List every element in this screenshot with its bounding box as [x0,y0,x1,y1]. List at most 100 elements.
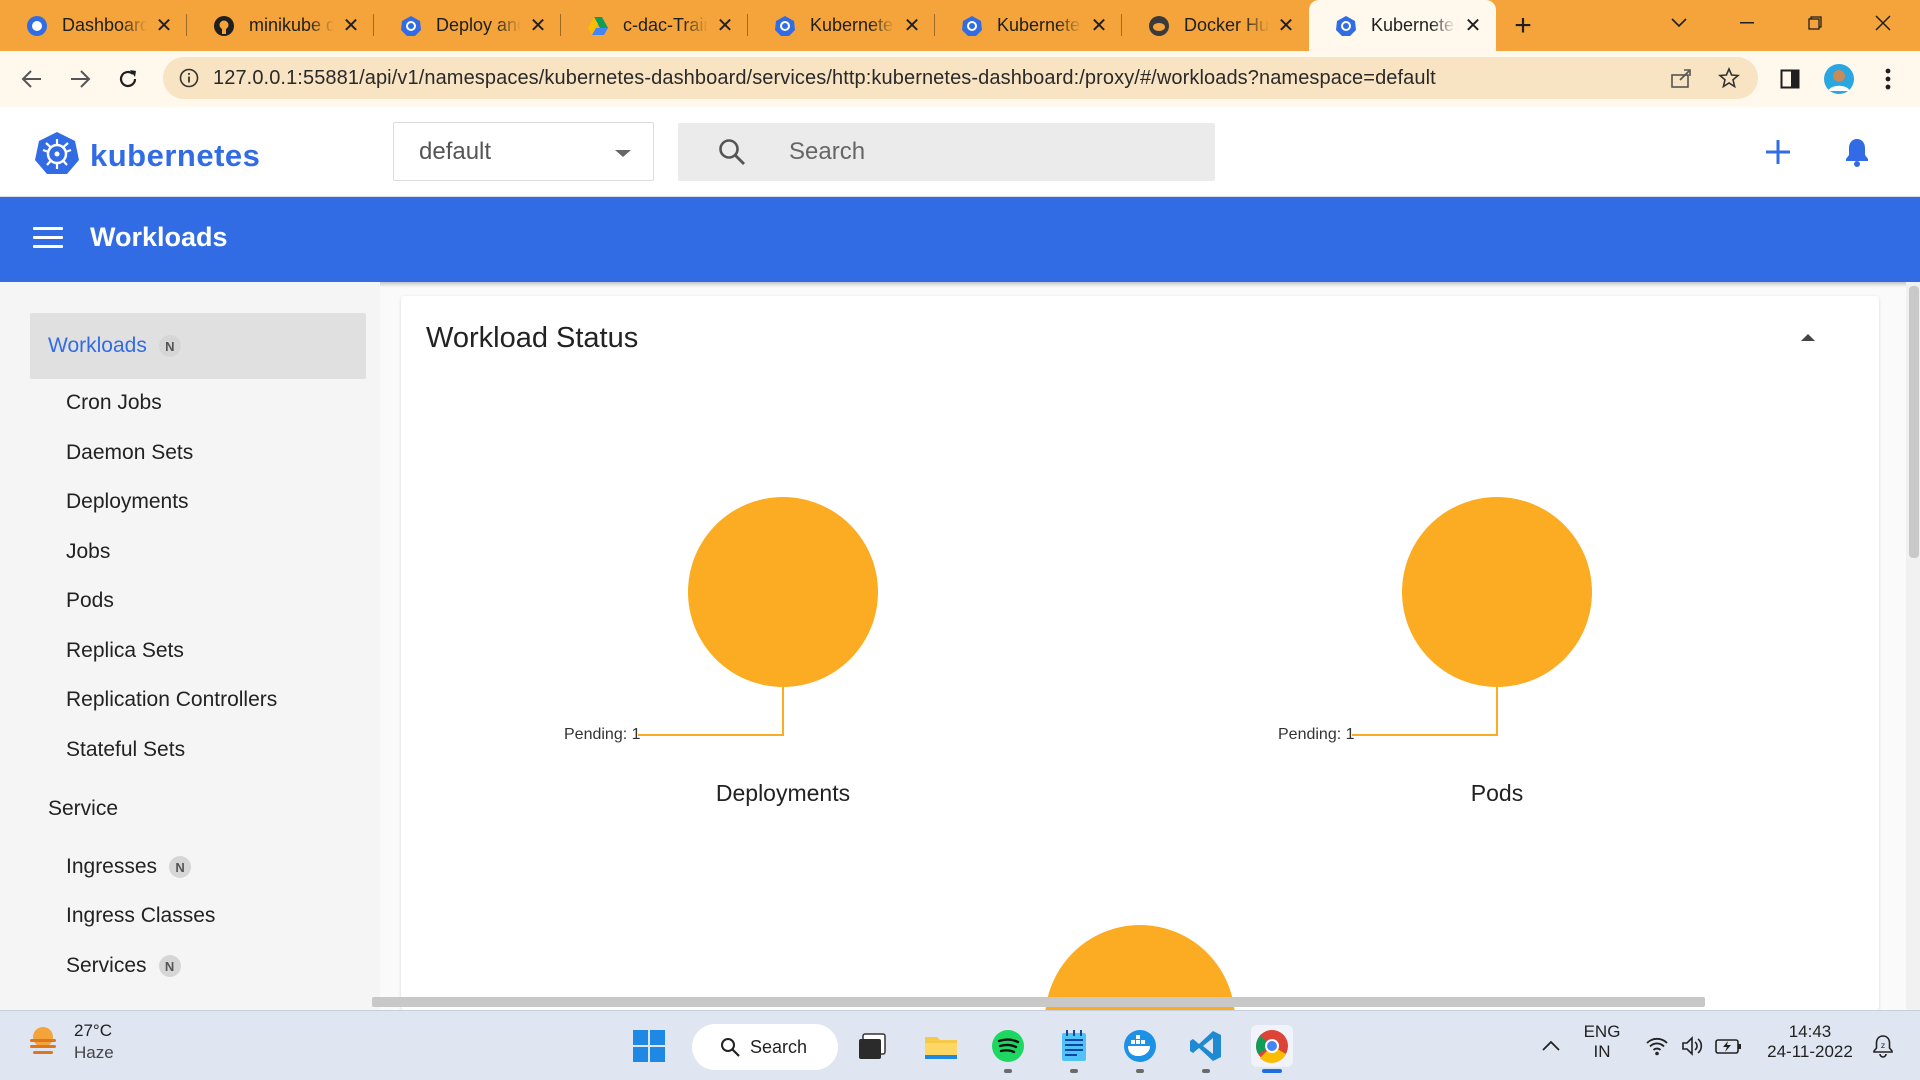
sidebar-item-label: Daemon Sets [66,441,194,464]
sidebar-item-pods[interactable]: Pods [66,586,114,616]
sidebar-item-replication-controllers[interactable]: Replication Controllers [66,685,277,715]
back-arrow-icon[interactable] [14,61,50,97]
namespaced-badge: N [158,955,181,977]
sidebar-item-stateful-sets[interactable]: Stateful Sets [66,735,185,765]
address-bar[interactable]: 127.0.0.1:55881/api/v1/namespaces/kubern… [163,57,1758,99]
close-icon[interactable]: ✕ [529,16,547,36]
forward-arrow-icon[interactable] [62,61,98,97]
running-indicator [1202,1069,1210,1073]
sidebar-item-label: Replica Sets [66,639,184,662]
close-icon[interactable]: ✕ [716,16,734,36]
docker-desktop-icon[interactable] [1119,1025,1161,1067]
language-code: ENG [1583,1022,1621,1041]
kubernetes-helm-icon [34,131,80,180]
browser-tab[interactable]: Deploy and ✕ [374,0,561,51]
menu-hamburger-icon[interactable] [33,227,63,251]
clock[interactable]: 14:43 24-11-2022 [1760,1022,1860,1062]
search-input[interactable]: Search [678,123,1215,181]
running-indicator [1004,1069,1012,1073]
file-explorer-icon[interactable] [920,1025,962,1067]
namespaced-badge: N [158,335,181,357]
vscode-icon[interactable] [1185,1025,1227,1067]
browser-tab[interactable]: Kubernetes ✕ [748,0,935,51]
bookmark-star-icon[interactable] [1717,66,1741,90]
tab-label: Kubernetes [810,15,895,35]
browser-tab[interactable]: minikube d ✕ [187,0,374,51]
browser-tab[interactable]: Dashboard ✕ [0,0,187,51]
active-indicator [1262,1069,1282,1073]
tab-label: Kubernetes [997,15,1082,35]
tab-label: Dashboard [62,15,147,35]
reload-icon[interactable] [110,61,146,97]
dashboard-favicon-icon [26,15,48,37]
kubernetes-logo[interactable]: kubernetes [34,131,260,180]
browser-tab[interactable]: Kubernetes ✕ [935,0,1122,51]
new-tab-button[interactable]: + [1498,0,1548,51]
search-icon [720,1037,740,1062]
task-view-icon[interactable] [851,1025,893,1067]
notifications-bell-icon[interactable] [1840,135,1874,169]
weather-widget[interactable]: 27°C Haze [26,1021,114,1063]
sidebar-item-services[interactable]: Services N [66,951,181,981]
sidebar-item-replica-sets[interactable]: Replica Sets [66,636,184,666]
close-icon[interactable]: ✕ [155,16,173,36]
sidebar-item-daemon-sets[interactable]: Daemon Sets [66,438,193,468]
running-indicator [1136,1069,1144,1073]
create-plus-icon[interactable] [1761,135,1795,169]
sidebar-item-deployments[interactable]: Deployments [66,487,189,517]
region-code: IN [1593,1042,1611,1061]
browser-tab-strip: Dashboard ✕ minikube d ✕ Deploy and ✕ c-… [0,0,1920,51]
sidebar-item-workloads[interactable]: Workloads N [30,313,366,379]
windows-start-icon[interactable] [628,1025,670,1067]
callout-line [1352,687,1498,736]
browser-tab-active[interactable]: Kubernetes ✕ [1309,0,1496,51]
horizontal-scrollbar[interactable] [372,997,1705,1007]
svg-text:z: z [1881,1041,1885,1050]
sidebar-item-label: Deployments [66,490,189,513]
tray-chevron-up-icon[interactable] [1530,1025,1572,1067]
vertical-scrollbar-thumb[interactable] [1909,286,1919,558]
sidebar-item-jobs[interactable]: Jobs [66,537,110,567]
close-icon[interactable]: ✕ [903,16,921,36]
battery-charging-icon[interactable] [1708,1025,1750,1067]
sidebar-item-ingresses[interactable]: Ingresses N [66,852,192,882]
dropdown-caret-icon [615,150,631,157]
close-icon[interactable]: ✕ [1464,16,1482,36]
site-info-icon[interactable] [177,66,201,90]
browser-tab[interactable]: Docker Hul ✕ [1122,0,1309,51]
window-close-icon[interactable] [1849,0,1917,45]
sidebar-item-label: Pods [66,589,114,612]
restore-icon[interactable] [1781,0,1849,45]
side-panel-icon[interactable] [1772,61,1808,97]
profile-avatar[interactable] [1821,61,1857,97]
notification-center-icon[interactable]: z [1862,1025,1904,1067]
browser-menu-icon[interactable] [1870,61,1906,97]
input-language[interactable]: ENG IN [1574,1022,1630,1062]
share-icon[interactable] [1669,66,1693,90]
page-toolbar: Workloads [0,197,1920,282]
workload-status-card: Workload Status Pending: 1 Deployments P… [401,296,1879,1010]
spotify-icon[interactable] [987,1025,1029,1067]
chrome-icon[interactable] [1251,1025,1293,1067]
namespaced-badge: N [169,856,192,878]
kubernetes-favicon-icon [1335,15,1357,37]
close-icon[interactable]: ✕ [1090,16,1108,36]
close-icon[interactable]: ✕ [1277,16,1295,36]
weather-temperature: 27°C [74,1021,112,1040]
notepad-icon[interactable] [1053,1025,1095,1067]
pending-pie-slice[interactable] [688,497,878,687]
sidebar-section-service[interactable]: Service [48,794,118,824]
tab-label: Kubernetes [1371,15,1456,35]
sidebar-item-label: Workloads [48,334,147,357]
sidebar-item-cron-jobs[interactable]: Cron Jobs [66,388,162,418]
browser-tab[interactable]: c-dac-Train ✕ [561,0,748,51]
tab-search-chevron-icon[interactable] [1645,0,1713,45]
github-favicon-icon [213,15,235,37]
taskbar-search[interactable]: Search [692,1024,838,1070]
namespace-select[interactable]: default [393,122,654,181]
close-icon[interactable]: ✕ [342,16,360,36]
search-placeholder: Search [789,138,866,165]
sidebar-item-ingress-classes[interactable]: Ingress Classes [66,901,215,931]
pending-pie-slice[interactable] [1402,497,1592,687]
minimize-icon[interactable] [1713,0,1781,45]
